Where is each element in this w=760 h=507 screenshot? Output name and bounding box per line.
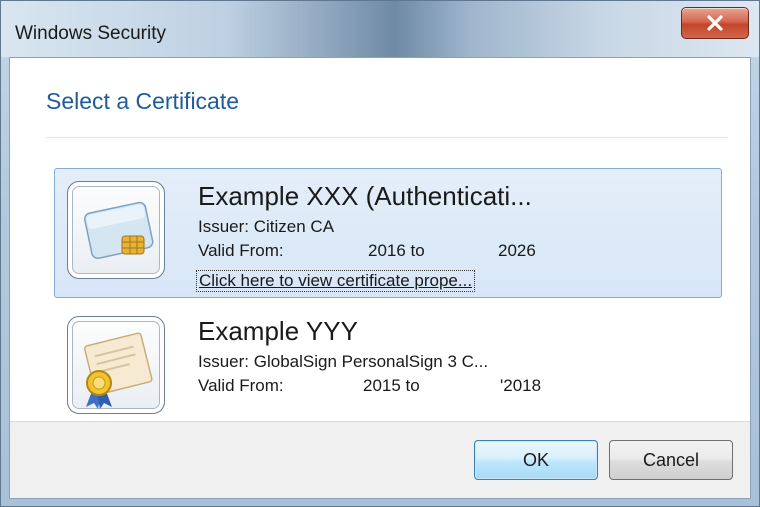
valid-to-year: 2026 <box>498 241 536 260</box>
dialog-footer: OK Cancel <box>10 421 750 498</box>
ok-button[interactable]: OK <box>474 440 598 480</box>
smart-card-icon <box>67 181 165 279</box>
valid-from-year: 2015 to <box>363 376 420 395</box>
title-bar[interactable]: Windows Security <box>1 1 759 57</box>
valid-from-year: 2016 to <box>368 241 425 260</box>
close-button[interactable] <box>681 7 749 39</box>
certificate-name: Example YYY <box>198 316 358 346</box>
heading-divider <box>46 137 728 138</box>
certificate-document-icon <box>67 316 165 414</box>
dialog-body: Select a Certificate Example XXX (Authen… <box>9 57 751 499</box>
certificate-validity: Valid From: 2015 to '2018 <box>198 376 578 398</box>
certificate-issuer: Issuer: GlobalSign PersonalSign 3 C... <box>198 352 489 371</box>
certificate-name: Example XXX (Authenticati... <box>198 181 532 211</box>
valid-from-label: Valid From: <box>198 241 284 260</box>
close-icon <box>707 15 723 31</box>
certificate-item-xxx[interactable]: Example XXX (Authenticati... Issuer: Cit… <box>54 168 722 298</box>
certificate-issuer: Issuer: Citizen CA <box>198 217 335 236</box>
valid-from-label: Valid From: <box>198 376 284 395</box>
dialog-heading: Select a Certificate <box>46 88 240 114</box>
view-certificate-properties-link[interactable]: Click here to view certificate prope... <box>196 270 476 292</box>
certificate-validity: Valid From: 2016 to 2026 <box>198 241 578 263</box>
window-title: Windows Security <box>15 23 166 44</box>
certificate-item-yyy[interactable]: Example YYY Issuer: GlobalSign PersonalS… <box>54 303 722 433</box>
valid-to-year: '2018 <box>500 376 542 395</box>
windows-security-dialog: Windows Security Select a Certificate Ex… <box>0 0 760 507</box>
cancel-button[interactable]: Cancel <box>609 440 733 480</box>
